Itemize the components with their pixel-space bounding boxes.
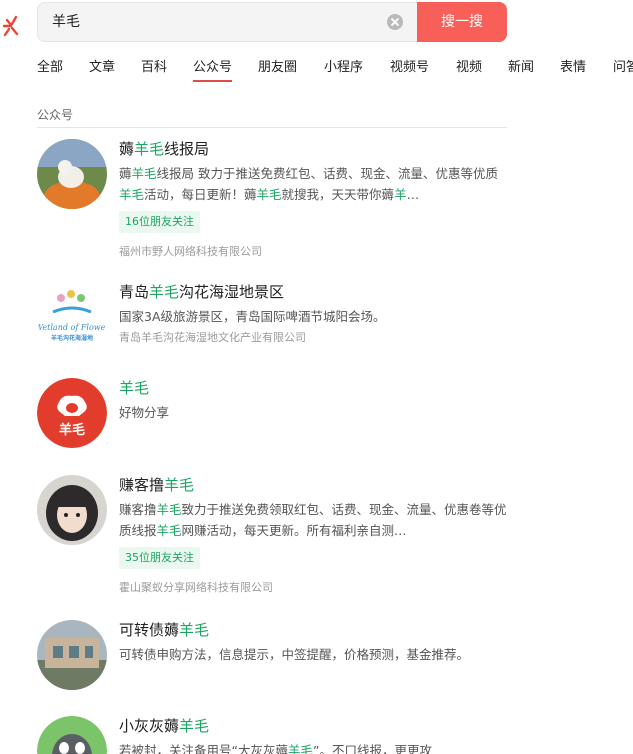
account-title[interactable]: 小灰灰薅羊毛 (119, 716, 507, 736)
account-title[interactable]: 赚客撸羊毛 (119, 475, 507, 495)
desc-highlight: 羊毛 (156, 523, 182, 538)
account-avatar[interactable] (37, 475, 107, 545)
tab-encyclopedia[interactable]: 百科 (141, 58, 167, 82)
logo-text: 羊毛沟花海湿地 (51, 334, 93, 342)
title-text: 赚客撸 (119, 476, 165, 494)
account-avatar[interactable]: Wetland of Flower 羊毛沟花海湿地 (37, 282, 107, 352)
account-title[interactable]: 羊毛 (119, 378, 507, 398)
title-highlight: 羊毛 (149, 283, 180, 301)
account-item[interactable]: 薅羊毛线报局 薅羊毛线报局 致力于推送免费红包、话费、现金、流量、优惠等优质羊毛… (37, 139, 507, 259)
logo-text: 羊毛 (59, 422, 85, 438)
company-name: 青岛羊毛沟花海湿地文化产业有限公司 (119, 331, 306, 344)
section-title: 公众号 (37, 108, 74, 122)
desc-text: 网赚活动，每天更新。所有福利亲自测… (181, 523, 407, 538)
account-description: 国家3A级旅游景区，青岛国际啤酒节城阳会场。 (119, 309, 386, 324)
account-description: 赚客撸羊毛致力于推送免费领取红包、话费、现金、流量、优惠卷等优质线报羊毛网赚活动… (119, 499, 507, 541)
account-avatar[interactable] (37, 716, 107, 754)
title-text: 薅 (119, 140, 135, 158)
title-text: 青岛 (119, 283, 150, 301)
tab-videos[interactable]: 视频 (456, 58, 482, 82)
search-button[interactable]: 搜一搜 (417, 2, 507, 42)
desc-highlight: 羊毛 (131, 166, 157, 181)
desc-highlight: 羊毛 (287, 743, 313, 754)
title-highlight: 羊毛 (164, 476, 195, 494)
desc-text: 就搜我，天天带你薅 (281, 187, 395, 202)
friends-following-badge: 16位朋友关注 (119, 211, 200, 233)
title-text: 线报局 (164, 140, 210, 158)
tab-stickers[interactable]: 表情 (560, 58, 586, 82)
company-name: 福州市野人网络科技有限公司 (119, 245, 262, 258)
account-description: 可转债申购方法，信息提示，中签提醒，价格预测，基金推荐。 (119, 647, 470, 662)
account-title[interactable]: 可转债薅羊毛 (119, 620, 507, 640)
desc-text: 若被封，关注备用号“大灰灰薅 (119, 743, 288, 754)
title-text: 小灰灰薅 (119, 717, 180, 735)
desc-text: … (406, 187, 420, 202)
title-highlight: 羊毛 (119, 379, 150, 397)
tab-mini-programs[interactable]: 小程序 (324, 58, 363, 82)
desc-highlight: 羊毛 (156, 502, 182, 517)
title-highlight: 羊毛 (134, 140, 165, 158)
tab-news[interactable]: 新闻 (508, 58, 534, 82)
account-item[interactable]: 赚客撸羊毛 赚客撸羊毛致力于推送免费领取红包、话费、现金、流量、优惠卷等优质线报… (37, 475, 507, 595)
tab-articles[interactable]: 文章 (89, 58, 115, 82)
account-title[interactable]: 青岛羊毛沟花海湿地景区 (119, 282, 507, 302)
desc-highlight: 羊毛 (119, 187, 145, 202)
section-divider (37, 127, 507, 128)
tab-official-accounts[interactable]: 公众号 (193, 58, 233, 82)
tab-channels[interactable]: 视频号 (390, 58, 429, 82)
account-description: 薅羊毛线报局 致力于推送免费红包、话费、现金、流量、优惠等优质羊毛活动，每日更新… (119, 163, 507, 205)
desc-text: 线报局 致力于推送免费红包、话费、现金、流量、优惠等优质 (156, 166, 499, 181)
desc-text: ”。不口线报，更更攻 (313, 743, 432, 754)
tab-qa[interactable]: 问答 (613, 58, 633, 82)
title-text: 可转债薅 (119, 621, 180, 639)
logo-text: Wetland of Flower (37, 323, 107, 332)
search-box[interactable]: 羊毛 (37, 2, 417, 42)
desc-highlight: 羊毛 (256, 187, 282, 202)
account-item[interactable]: 小灰灰薅羊毛 若被封，关注备用号“大灰灰薅羊毛”。不口线报，更更攻 (37, 716, 507, 754)
account-description: 好物分享 (119, 405, 170, 420)
clear-icon[interactable] (387, 14, 403, 30)
desc-text: 薅 (119, 166, 132, 181)
account-avatar[interactable]: 羊毛 (37, 378, 107, 448)
friends-following-badge: 35位朋友关注 (119, 547, 200, 569)
account-avatar[interactable] (37, 620, 107, 690)
account-avatar[interactable] (37, 139, 107, 209)
title-text: 沟花海湿地景区 (179, 283, 285, 301)
account-item[interactable]: 可转债薅羊毛 可转债申购方法，信息提示，中签提醒，价格预测，基金推荐。 (37, 620, 507, 690)
sogou-logo-icon[interactable] (0, 10, 22, 38)
tab-all[interactable]: 全部 (37, 58, 63, 82)
account-item[interactable]: 羊毛 羊毛 好物分享 (37, 378, 507, 448)
company-name: 霍山聚蚁分享网络科技有限公司 (119, 581, 273, 594)
desc-text: 活动，每日更新！薅 (144, 187, 257, 202)
desc-text: 赚客撸 (119, 502, 157, 517)
account-item[interactable]: Wetland of Flower 羊毛沟花海湿地 青岛羊毛沟花海湿地景区 国家… (37, 282, 507, 352)
account-description: 若被封，关注备用号“大灰灰薅羊毛”。不口线报，更更攻 (119, 740, 507, 754)
title-highlight: 羊毛 (179, 621, 210, 639)
search-input[interactable]: 羊毛 (52, 3, 372, 41)
title-highlight: 羊毛 (179, 717, 210, 735)
desc-highlight: 羊 (394, 187, 407, 202)
tab-moments[interactable]: 朋友圈 (258, 58, 297, 82)
account-title[interactable]: 薅羊毛线报局 (119, 139, 507, 159)
